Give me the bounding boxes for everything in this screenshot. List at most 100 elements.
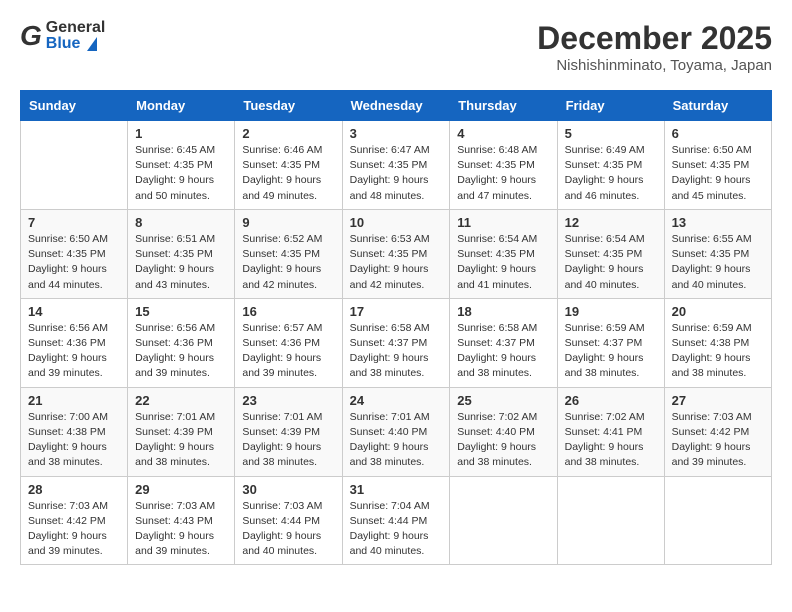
cell-info: Sunrise: 7:00 AM Sunset: 4:38 PM Dayligh… xyxy=(28,410,120,471)
logo: G General Blue xyxy=(20,20,105,52)
day-number: 26 xyxy=(565,393,657,408)
logo-text-block: General Blue xyxy=(46,20,106,52)
calendar-cell: 16Sunrise: 6:57 AM Sunset: 4:36 PM Dayli… xyxy=(235,298,342,387)
calendar-weekday-thursday: Thursday xyxy=(450,91,557,121)
calendar-cell: 2Sunrise: 6:46 AM Sunset: 4:35 PM Daylig… xyxy=(235,121,342,210)
day-number: 25 xyxy=(457,393,549,408)
day-number: 22 xyxy=(135,393,227,408)
calendar-cell xyxy=(557,476,664,565)
day-number: 8 xyxy=(135,215,227,230)
day-number: 6 xyxy=(672,126,764,141)
calendar-cell: 28Sunrise: 7:03 AM Sunset: 4:42 PM Dayli… xyxy=(21,476,128,565)
title-block: December 2025 Nishishinminato, Toyama, J… xyxy=(537,20,772,74)
logo-triangle-icon xyxy=(87,37,97,51)
calendar-cell xyxy=(450,476,557,565)
cell-info: Sunrise: 6:52 AM Sunset: 4:35 PM Dayligh… xyxy=(242,232,334,293)
cell-info: Sunrise: 6:55 AM Sunset: 4:35 PM Dayligh… xyxy=(672,232,764,293)
calendar-cell: 25 Sunrise: 7:02 AM Sunset: 4:40 PM Dayli… xyxy=(450,387,557,476)
cell-info: Sunrise: 6:56 AM Sunset: 4:36 PM Dayligh… xyxy=(28,321,120,382)
logo-general-text: General xyxy=(46,20,106,36)
calendar-cell: 30 Sunrise: 7:03 AM Sunset: 4:44 PM Dayli… xyxy=(235,476,342,565)
day-number: 2 xyxy=(242,126,334,141)
calendar-weekday-friday: Friday xyxy=(557,91,664,121)
calendar-cell: 12Sunrise: 6:54 AM Sunset: 4:35 PM Dayli… xyxy=(557,209,664,298)
day-number: 20 xyxy=(672,304,764,319)
calendar-cell: 1 Sunrise: 6:45 AM Sunset: 4:35 PM Daylig… xyxy=(128,121,235,210)
cell-info: Sunrise: 6:50 AM Sunset: 4:35 PM Dayligh… xyxy=(28,232,120,293)
cell-info: Sunrise: 6:58 AM Sunset: 4:37 PM Dayligh… xyxy=(350,321,443,382)
day-number: 4 xyxy=(457,126,549,141)
location-text: Nishishinminato, Toyama, Japan xyxy=(537,57,772,74)
cell-info: Sunrise: 6:53 AM Sunset: 4:35 PM Dayligh… xyxy=(350,232,443,293)
calendar-cell: 7 Sunrise: 6:50 AM Sunset: 4:35 PM Daylig… xyxy=(21,209,128,298)
calendar-weekday-saturday: Saturday xyxy=(664,91,771,121)
cell-info: Sunrise: 6:51 AM Sunset: 4:35 PM Dayligh… xyxy=(135,232,227,293)
day-number: 23 xyxy=(242,393,334,408)
calendar-cell: 19Sunrise: 6:59 AM Sunset: 4:37 PM Dayli… xyxy=(557,298,664,387)
page-header: G General Blue December 2025 Nishishinmi… xyxy=(20,20,772,74)
calendar-cell: 9Sunrise: 6:52 AM Sunset: 4:35 PM Daylig… xyxy=(235,209,342,298)
cell-info: Sunrise: 6:59 AM Sunset: 4:37 PM Dayligh… xyxy=(565,321,657,382)
calendar-cell xyxy=(664,476,771,565)
calendar-week-row: 14 Sunrise: 6:56 AM Sunset: 4:36 PM Dayli… xyxy=(21,298,772,387)
calendar-header-row: SundayMondayTuesdayWednesdayThursdayFrid… xyxy=(21,91,772,121)
calendar-cell: 10 Sunrise: 6:53 AM Sunset: 4:35 PM Dayli… xyxy=(342,209,450,298)
cell-info: Sunrise: 6:48 AM Sunset: 4:35 PM Dayligh… xyxy=(457,143,549,204)
day-number: 31 xyxy=(350,482,443,497)
calendar-cell: 3Sunrise: 6:47 AM Sunset: 4:35 PM Daylig… xyxy=(342,121,450,210)
day-number: 13 xyxy=(672,215,764,230)
calendar-cell: 17 Sunrise: 6:58 AM Sunset: 4:37 PM Dayli… xyxy=(342,298,450,387)
cell-info: Sunrise: 7:04 AM Sunset: 4:44 PM Dayligh… xyxy=(350,499,443,560)
cell-info: Sunrise: 6:56 AM Sunset: 4:36 PM Dayligh… xyxy=(135,321,227,382)
calendar-cell: 27 Sunrise: 7:03 AM Sunset: 4:42 PM Dayli… xyxy=(664,387,771,476)
cell-info: Sunrise: 7:03 AM Sunset: 4:42 PM Dayligh… xyxy=(28,499,120,560)
calendar-cell: 6Sunrise: 6:50 AM Sunset: 4:35 PM Daylig… xyxy=(664,121,771,210)
cell-info: Sunrise: 7:01 AM Sunset: 4:39 PM Dayligh… xyxy=(242,410,334,471)
day-number: 14 xyxy=(28,304,120,319)
logo-blue-text: Blue xyxy=(46,36,106,52)
calendar-week-row: 28Sunrise: 7:03 AM Sunset: 4:42 PM Dayli… xyxy=(21,476,772,565)
day-number: 1 xyxy=(135,126,227,141)
calendar-cell: 20 Sunrise: 6:59 AM Sunset: 4:38 PM Dayli… xyxy=(664,298,771,387)
day-number: 27 xyxy=(672,393,764,408)
cell-info: Sunrise: 7:03 AM Sunset: 4:44 PM Dayligh… xyxy=(242,499,334,560)
calendar-cell: 14 Sunrise: 6:56 AM Sunset: 4:36 PM Dayli… xyxy=(21,298,128,387)
cell-info: Sunrise: 7:02 AM Sunset: 4:41 PM Dayligh… xyxy=(565,410,657,471)
cell-info: Sunrise: 6:45 AM Sunset: 4:35 PM Dayligh… xyxy=(135,143,227,204)
calendar-cell xyxy=(21,121,128,210)
cell-info: Sunrise: 7:03 AM Sunset: 4:42 PM Dayligh… xyxy=(672,410,764,471)
day-number: 24 xyxy=(350,393,443,408)
day-number: 17 xyxy=(350,304,443,319)
calendar-week-row: 1 Sunrise: 6:45 AM Sunset: 4:35 PM Daylig… xyxy=(21,121,772,210)
cell-info: Sunrise: 6:58 AM Sunset: 4:37 PM Dayligh… xyxy=(457,321,549,382)
day-number: 11 xyxy=(457,215,549,230)
cell-info: Sunrise: 7:02 AM Sunset: 4:40 PM Dayligh… xyxy=(457,410,549,471)
calendar-cell: 26 Sunrise: 7:02 AM Sunset: 4:41 PM Dayli… xyxy=(557,387,664,476)
day-number: 30 xyxy=(242,482,334,497)
cell-info: Sunrise: 6:59 AM Sunset: 4:38 PM Dayligh… xyxy=(672,321,764,382)
day-number: 15 xyxy=(135,304,227,319)
calendar-cell: 5Sunrise: 6:49 AM Sunset: 4:35 PM Daylig… xyxy=(557,121,664,210)
calendar-cell: 4 Sunrise: 6:48 AM Sunset: 4:35 PM Daylig… xyxy=(450,121,557,210)
calendar-week-row: 21Sunrise: 7:00 AM Sunset: 4:38 PM Dayli… xyxy=(21,387,772,476)
calendar-weekday-tuesday: Tuesday xyxy=(235,91,342,121)
calendar-week-row: 7 Sunrise: 6:50 AM Sunset: 4:35 PM Daylig… xyxy=(21,209,772,298)
calendar-cell: 11 Sunrise: 6:54 AM Sunset: 4:35 PM Dayli… xyxy=(450,209,557,298)
calendar-weekday-wednesday: Wednesday xyxy=(342,91,450,121)
day-number: 12 xyxy=(565,215,657,230)
day-number: 18 xyxy=(457,304,549,319)
calendar-cell: 24Sunrise: 7:01 AM Sunset: 4:40 PM Dayli… xyxy=(342,387,450,476)
calendar-cell: 29Sunrise: 7:03 AM Sunset: 4:43 PM Dayli… xyxy=(128,476,235,565)
calendar-cell: 23 Sunrise: 7:01 AM Sunset: 4:39 PM Dayli… xyxy=(235,387,342,476)
calendar-cell: 18 Sunrise: 6:58 AM Sunset: 4:37 PM Dayli… xyxy=(450,298,557,387)
day-number: 10 xyxy=(350,215,443,230)
calendar-cell: 31 Sunrise: 7:04 AM Sunset: 4:44 PM Dayli… xyxy=(342,476,450,565)
cell-info: Sunrise: 7:01 AM Sunset: 4:39 PM Dayligh… xyxy=(135,410,227,471)
calendar-cell: 13 Sunrise: 6:55 AM Sunset: 4:35 PM Dayli… xyxy=(664,209,771,298)
month-title: December 2025 xyxy=(537,20,772,57)
day-number: 16 xyxy=(242,304,334,319)
day-number: 7 xyxy=(28,215,120,230)
logo-g-letter: G xyxy=(20,22,42,50)
cell-info: Sunrise: 6:54 AM Sunset: 4:35 PM Dayligh… xyxy=(457,232,549,293)
calendar-weekday-monday: Monday xyxy=(128,91,235,121)
